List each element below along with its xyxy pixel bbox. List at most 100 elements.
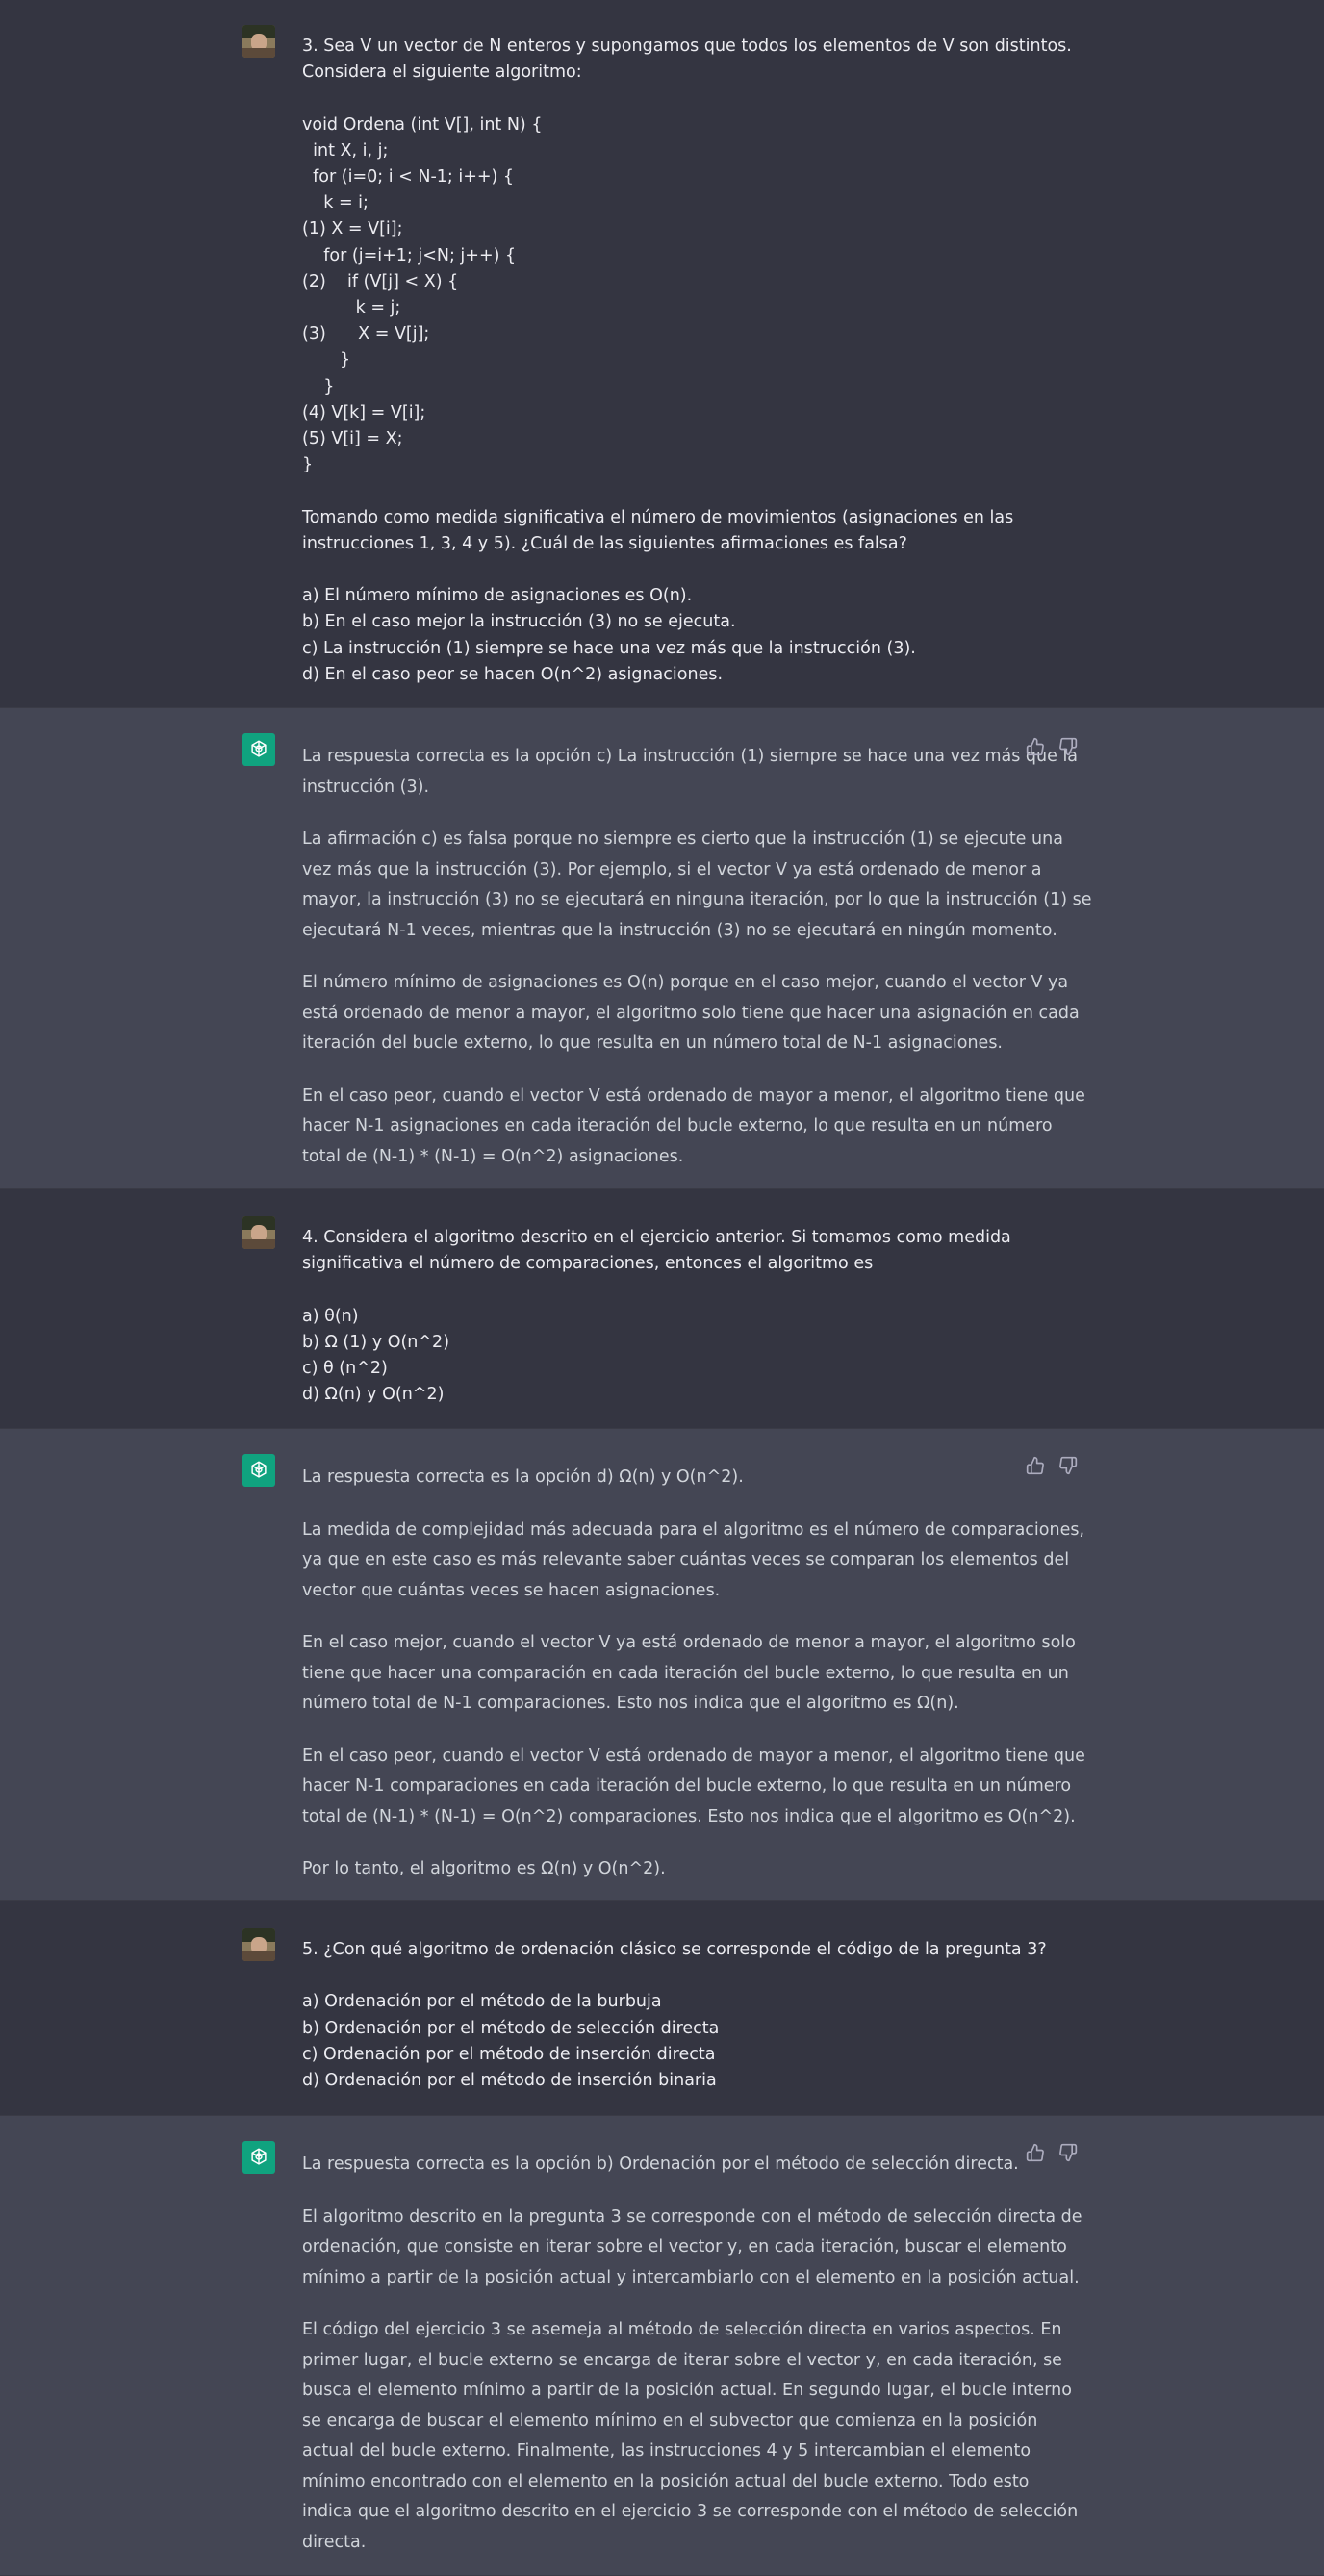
- text-line: 3. Sea V un vector de N enteros y supong…: [302, 37, 1072, 56]
- openai-logo-icon: [242, 2141, 275, 2174]
- text-line: indica que el algoritmo descrito en el e…: [302, 2502, 1079, 2521]
- text-line: mínimo a partir de la posición actual y …: [302, 2267, 1080, 2287]
- text-line: ejecutará N-1 veces, mientras que la ins…: [302, 920, 1057, 940]
- text-line: mayor, la instrucción (3) no se ejecutar…: [302, 890, 1092, 909]
- assistant-message: La respuesta correcta es la opción c) La…: [0, 707, 1324, 1189]
- text-line: b) En el caso mejor la instrucción (3) n…: [302, 612, 736, 632]
- text-line: (4) V[k] = V[i];: [302, 402, 426, 422]
- text-line: En el caso peor, cuando el vector V está…: [302, 1746, 1085, 1766]
- text-line: iteración del bucle externo, lo que resu…: [302, 1033, 1003, 1053]
- text-line: En el caso mejor, cuando el vector V ya …: [302, 1633, 1076, 1652]
- text-line: }: [302, 350, 351, 370]
- text-line: número total de N-1 comparaciones. Esto …: [302, 1694, 959, 1713]
- text-line: El número mínimo de asignaciones es O(n)…: [302, 973, 1069, 992]
- message-paragraph: En el caso peor, cuando el vector V está…: [302, 1082, 1085, 1173]
- text-line: se encarga de buscar el elemento mínimo …: [302, 2410, 1038, 2431]
- message-paragraph: En el caso peor, cuando el vector V está…: [302, 1742, 1085, 1833]
- thumbs-down-icon[interactable]: [1058, 737, 1078, 756]
- text-line: b) Ordenación por el método de selección…: [302, 2018, 720, 2038]
- message-paragraph: Tomando como medida significativa el núm…: [302, 505, 1014, 557]
- thumbs-up-icon[interactable]: [1026, 2143, 1045, 2162]
- text-line: d) En el caso peor se hacen O(n^2) asign…: [302, 664, 724, 684]
- text-line: c) Ordenación por el método de inserción…: [302, 2044, 716, 2064]
- assistant-message: La respuesta correcta es la opción b) Or…: [0, 2115, 1324, 2576]
- text-line: vector que cuántas veces se hacen asigna…: [302, 1580, 721, 1600]
- text-line: 5. ¿Con qué algoritmo de ordenación clás…: [302, 1940, 1047, 1959]
- assistant-message: La respuesta correcta es la opción d) Ω(…: [0, 1428, 1324, 1901]
- user-message: 3. Sea V un vector de N enteros y supong…: [0, 0, 1324, 707]
- text-line: void Ordena (int V[], int N) {: [302, 115, 543, 135]
- message-text: La respuesta correcta es la opción d) Ω(…: [302, 1463, 1085, 1885]
- message-paragraph: En el caso mejor, cuando el vector V ya …: [302, 1628, 1076, 1720]
- user-avatar: [242, 25, 275, 58]
- message-paragraph: La respuesta correcta es la opción c) La…: [302, 742, 1078, 803]
- text-line: directa.: [302, 2532, 367, 2552]
- thumbs-up-icon[interactable]: [1026, 737, 1045, 756]
- text-line: }: [302, 376, 335, 396]
- text-line: instrucción (3).: [302, 777, 430, 797]
- thumbs-down-icon[interactable]: [1058, 1456, 1078, 1475]
- message-paragraph: a) El número mínimo de asignaciones es O…: [302, 583, 1014, 688]
- text-line: total de (N-1) * (N-1) = O(n^2) asignaci…: [302, 1146, 684, 1166]
- text-line: (3) X = V[j];: [302, 324, 430, 344]
- message-text: La respuesta correcta es la opción c) La…: [302, 742, 1091, 1173]
- message-paragraph: 4. Considera el algoritmo descrito en el…: [302, 1225, 1014, 1277]
- message-paragraph: a) Ordenación por el método de la burbuj…: [302, 1989, 1014, 2094]
- text-line: int X, i, j;: [302, 140, 389, 161]
- text-line: significativa el número de comparaciones…: [302, 1254, 874, 1274]
- text-line: mínimo encontrado con el elemento en la …: [302, 2471, 1030, 2491]
- text-line: k = j;: [302, 298, 401, 319]
- text-line: vez más que la instrucción (3). Por ejem…: [302, 859, 1042, 880]
- text-line: c) θ (n^2): [302, 1359, 388, 1378]
- text-line: b) Ω (1) y O(n^2): [302, 1332, 450, 1352]
- text-line: está ordenado de menor a mayor, el algor…: [302, 1003, 1080, 1023]
- text-line: La afirmación c) es falsa porque no siem…: [302, 829, 1063, 849]
- text-line: Tomando como medida significativa el núm…: [302, 507, 1014, 527]
- openai-logo-icon: [242, 733, 275, 766]
- text-line: La respuesta correcta es la opción d) Ω(…: [302, 1467, 744, 1487]
- text-line: a) El número mínimo de asignaciones es O…: [302, 586, 693, 606]
- text-line: ya que en este caso es más relevante sab…: [302, 1550, 1070, 1569]
- text-line: for (i=0; i < N-1; i++) {: [302, 167, 515, 187]
- text-line: El código del ejercicio 3 se asemeja al …: [302, 2320, 1062, 2339]
- feedback-buttons: [1026, 2143, 1078, 2162]
- text-line: d) Ω(n) y O(n^2): [302, 1385, 445, 1405]
- text-line: 4. Considera el algoritmo descrito en el…: [302, 1228, 1011, 1247]
- text-line: (2) if (V[j] < X) {: [302, 271, 459, 292]
- user-message: 5. ¿Con qué algoritmo de ordenación clás…: [0, 1901, 1324, 2115]
- text-line: El algoritmo descrito en la pregunta 3 s…: [302, 2206, 1082, 2227]
- message-paragraph: La respuesta correcta es la opción b) Or…: [302, 2150, 1019, 2181]
- user-avatar: [242, 1928, 275, 1961]
- text-line: La respuesta correcta es la opción c) La…: [302, 747, 1079, 766]
- text-line: k = i;: [302, 193, 369, 214]
- text-line: c) La instrucción (1) siempre se hace un…: [302, 638, 916, 658]
- text-line: Considera el siguiente algoritmo:: [302, 63, 582, 83]
- message-paragraph: La afirmación c) es falsa porque no siem…: [302, 825, 1091, 946]
- text-line: }: [302, 455, 314, 475]
- message-paragraph: Por lo tanto, el algoritmo es Ω(n) y O(n…: [302, 1854, 1014, 1885]
- user-avatar: [242, 1216, 275, 1249]
- message-paragraph: 3. Sea V un vector de N enteros y supong…: [302, 34, 1072, 86]
- text-line: (5) V[i] = X;: [302, 429, 403, 449]
- message-paragraph: 5. ¿Con qué algoritmo de ordenación clás…: [302, 1937, 1047, 1963]
- text-line: hacer N-1 asignaciones en cada iteración…: [302, 1116, 1053, 1135]
- text-line: a) θ(n): [302, 1306, 359, 1326]
- message-text: 4. Considera el algoritmo descrito en el…: [302, 1225, 1014, 1408]
- thumbs-down-icon[interactable]: [1058, 2143, 1078, 2162]
- feedback-buttons: [1026, 737, 1078, 756]
- message-paragraph: La medida de complejidad más adecuada pa…: [302, 1516, 1084, 1607]
- text-line: Por lo tanto, el algoritmo es Ω(n) y O(n…: [302, 1859, 666, 1878]
- message-text: La respuesta correcta es la opción b) Or…: [302, 2150, 1082, 2558]
- text-line: tiene que hacer una comparación en cada …: [302, 1663, 1069, 1683]
- text-line: actual del bucle externo. Finalmente, la…: [302, 2441, 1031, 2461]
- feedback-buttons: [1026, 1456, 1078, 1475]
- text-line: d) Ordenación por el método de inserción…: [302, 2071, 717, 2090]
- text-line: a) Ordenación por el método de la burbuj…: [302, 1992, 662, 2012]
- message-text: 3. Sea V un vector de N enteros y supong…: [302, 34, 1072, 688]
- message-paragraph: La respuesta correcta es la opción d) Ω(…: [302, 1463, 1014, 1493]
- text-line: instrucciones 1, 3, 4 y 5). ¿Cuál de las…: [302, 533, 907, 553]
- message-paragraph: El número mínimo de asignaciones es O(n)…: [302, 968, 1080, 1059]
- openai-logo-icon: [242, 1454, 275, 1487]
- text-line: La respuesta correcta es la opción b) Or…: [302, 2155, 1019, 2174]
- thumbs-up-icon[interactable]: [1026, 1456, 1045, 1475]
